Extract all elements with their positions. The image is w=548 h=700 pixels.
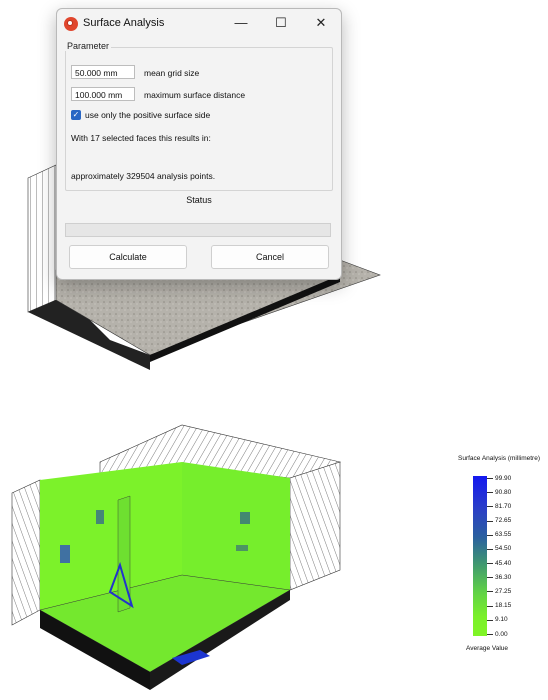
legend-tick xyxy=(487,534,493,536)
maximize-button[interactable]: ☐ xyxy=(267,13,295,33)
positive-side-label: use only the positive surface side xyxy=(85,110,211,120)
legend-tick xyxy=(487,506,493,508)
app-logo-icon xyxy=(64,17,78,31)
legend-tick xyxy=(487,520,493,522)
legend-tick xyxy=(487,577,493,579)
legend-tick-label: 9.10 xyxy=(495,616,508,624)
legend-tick xyxy=(487,634,493,635)
mean-grid-size-input[interactable]: 50.000 mm xyxy=(71,65,135,79)
legend-tick-label: 36.30 xyxy=(495,573,512,581)
legend-tick-label: 45.40 xyxy=(495,559,512,567)
legend-tick xyxy=(487,563,493,565)
legend-title: Surface Analysis (millimetre) xyxy=(458,455,540,462)
dialog-titlebar[interactable]: Surface Analysis — ☐ ✕ xyxy=(57,9,341,39)
legend-tick-label: 72.65 xyxy=(495,517,512,525)
legend-tick xyxy=(487,591,493,593)
legend-footer: Average Value xyxy=(466,645,509,652)
legend-tick-label: 0.00 xyxy=(495,630,508,638)
surface-analysis-dialog: Surface Analysis — ☐ ✕ Parameter 50.000 … xyxy=(56,8,342,280)
progress-bar xyxy=(65,223,331,237)
legend-tick-label: 99.90 xyxy=(495,474,512,482)
legend-tick xyxy=(487,492,493,494)
legend-tick xyxy=(487,619,493,621)
status-label: Status xyxy=(186,195,212,205)
positive-side-checkbox[interactable]: ✓ xyxy=(71,110,81,120)
legend-tick-label: 63.55 xyxy=(495,531,512,539)
analysis-points-text: approximately 329504 analysis points. xyxy=(71,171,216,181)
close-button[interactable]: ✕ xyxy=(307,13,335,33)
legend-tick xyxy=(487,478,493,479)
calculate-button[interactable]: Calculate xyxy=(69,245,187,269)
legend-tick xyxy=(487,548,493,550)
legend-tick-label: 27.25 xyxy=(495,587,512,595)
selection-info-text: With 17 selected faces this results in: xyxy=(71,133,211,143)
max-surface-distance-input[interactable]: 100.000 mm xyxy=(71,87,135,101)
legend-tick xyxy=(487,605,493,607)
legend-tick-label: 81.70 xyxy=(495,502,512,510)
bottom-3d-model-analysis-view xyxy=(11,424,342,690)
mean-grid-size-label: mean grid size xyxy=(144,68,200,78)
cancel-button[interactable]: Cancel xyxy=(211,245,329,269)
legend-tick-label: 54.50 xyxy=(495,545,512,553)
dialog-title: Surface Analysis xyxy=(83,17,165,29)
legend-color-bar xyxy=(473,476,487,636)
legend-tick-label: 90.80 xyxy=(495,488,512,496)
max-surface-distance-label: maximum surface distance xyxy=(144,90,246,100)
legend-tick-label: 18.15 xyxy=(495,602,512,610)
minimize-button[interactable]: — xyxy=(227,13,255,33)
parameter-group-label: Parameter xyxy=(65,41,112,51)
